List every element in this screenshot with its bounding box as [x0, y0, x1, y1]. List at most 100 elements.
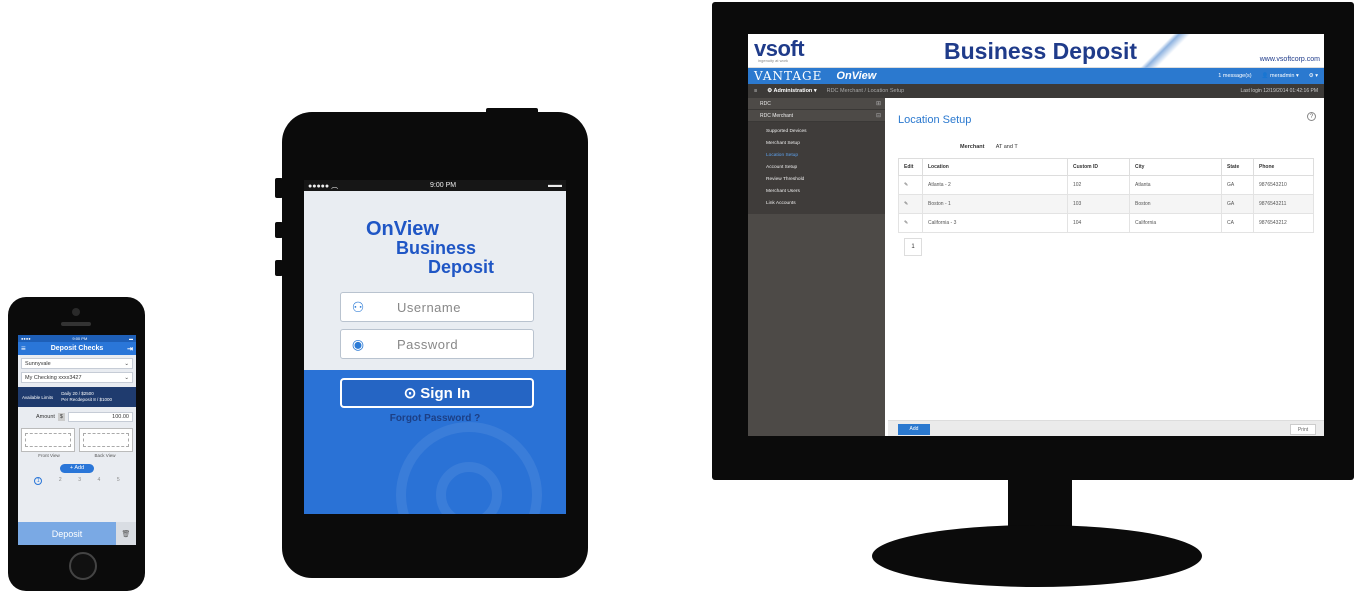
sidebar-item-supported-devices[interactable]: Supported Devices: [748, 126, 885, 138]
amount-input[interactable]: 100.00: [67, 412, 133, 422]
administration-menu[interactable]: ⚙ Administration ▾: [767, 88, 816, 94]
sidebar-item-link-accounts[interactable]: Link Accounts: [748, 198, 885, 210]
hamburger-icon[interactable]: ≡: [754, 88, 757, 94]
edit-icon[interactable]: ✎: [898, 175, 923, 195]
nav-bar: ≡ Deposit Checks ⇥: [18, 342, 136, 355]
header-swoosh: [1128, 34, 1208, 68]
sidebar-group-rdc-merchant[interactable]: RDC Merchant ⊟: [748, 110, 885, 122]
status-bar: ●●●● 9:00 PM ▬: [18, 335, 136, 342]
username-field[interactable]: ⚇ Username: [340, 292, 534, 322]
sidebar-item-location-setup[interactable]: Location Setup: [748, 150, 885, 162]
header-title: Business Deposit: [944, 38, 1137, 64]
cell-city: California: [1129, 213, 1222, 233]
monitor-stand: [872, 525, 1202, 587]
column-header: Custom ID: [1067, 158, 1130, 176]
vsoft-tagline: ingenuity at work: [758, 58, 789, 63]
currency-symbol: $: [57, 413, 65, 421]
cell-phone: 9876543211: [1253, 194, 1314, 214]
front-check-image[interactable]: [21, 428, 75, 452]
user-menu[interactable]: 👤 meradmin ▾: [1262, 73, 1299, 79]
check-labels: Front View Back View: [21, 453, 133, 458]
logo-line1: OnView: [366, 218, 439, 240]
site-url[interactable]: www.vsoftcorp.com: [1260, 56, 1320, 63]
signal-icon: ●●●●: [21, 336, 31, 341]
logo-line2: Business: [396, 238, 477, 258]
limits-panel: Available Limits Daily 20 / $2500 Per Re…: [18, 387, 136, 407]
messages-link[interactable]: 1 message(s): [1218, 73, 1251, 79]
stage: ●●●● 9:00 PM ▬ ≡ Deposit Checks ⇥ Sunnyv…: [0, 0, 1362, 594]
add-button[interactable]: Add: [898, 424, 930, 435]
collapse-icon[interactable]: ⊟: [876, 110, 881, 122]
logout-icon[interactable]: ⇥: [127, 345, 133, 353]
battery-icon: ▬: [128, 336, 133, 341]
user-name: meradmin: [1270, 73, 1295, 79]
location-select[interactable]: Sunnyvale ⌄: [21, 358, 133, 369]
password-field[interactable]: ◉ Password: [340, 329, 534, 359]
print-button[interactable]: Print: [1290, 424, 1316, 435]
column-header: Phone: [1253, 158, 1314, 176]
administration-label: Administration: [773, 88, 813, 94]
step[interactable]: 3: [78, 477, 81, 485]
status-time: 9:00 PM: [430, 182, 457, 189]
step[interactable]: 1: [34, 477, 43, 485]
sidebar-item-review-threshold[interactable]: Review Threshold: [748, 174, 885, 186]
mute-switch: [275, 178, 283, 198]
cell-phone: 9876543210: [1253, 175, 1314, 195]
account-select[interactable]: My Checking xxxx3427 ⌄: [21, 372, 133, 383]
breadcrumb[interactable]: RDC Merchant / Location Setup: [827, 88, 905, 94]
add-button[interactable]: + Add: [60, 464, 94, 473]
table-row: ✎ Atlanta - 2 102 Atlanta GA 9876543210: [898, 175, 1314, 195]
page-number-button[interactable]: 1: [904, 238, 922, 256]
back-label: Back View: [94, 453, 116, 458]
help-icon[interactable]: ?: [1307, 112, 1316, 121]
forgot-password-link[interactable]: Forgot Password ?: [304, 413, 566, 424]
volume-down-button: [275, 260, 283, 276]
page-title: Location Setup: [898, 114, 972, 126]
power-button: [486, 108, 538, 114]
lock-icon: ◉: [351, 335, 365, 352]
cell-location: Atlanta - 2: [922, 175, 1068, 195]
step[interactable]: 2: [59, 477, 62, 485]
check-images: [21, 428, 133, 452]
cell-custom-id: 102: [1067, 175, 1130, 195]
sidebar-item-account-setup[interactable]: Account Setup: [748, 162, 885, 174]
small-phone-screen: ●●●● 9:00 PM ▬ ≡ Deposit Checks ⇥ Sunnyv…: [18, 335, 136, 545]
column-header: Edit: [898, 158, 923, 176]
location-value: Sunnyvale: [25, 360, 51, 367]
back-check-image[interactable]: [79, 428, 133, 452]
sidebar-item-merchant-setup[interactable]: Merchant Setup: [748, 138, 885, 150]
cell-custom-id: 103: [1067, 194, 1130, 214]
user-area: 1 message(s) 👤 meradmin ▾ ⚙ ▾: [1218, 73, 1318, 79]
gear-icon[interactable]: ⚙ ▾: [1309, 73, 1318, 79]
username-placeholder: Username: [397, 299, 461, 315]
onview-logo: OnView: [836, 70, 877, 82]
chevron-down-icon: ⌄: [124, 374, 129, 381]
cell-city: Boston: [1129, 194, 1222, 214]
user-icon: ⚇: [351, 298, 365, 315]
cell-state: CA: [1221, 213, 1254, 233]
battery-icon: ▬▬: [547, 182, 562, 189]
chevron-down-icon: ⌄: [124, 360, 129, 367]
logo-line3: Deposit: [428, 257, 495, 277]
step[interactable]: 5: [117, 477, 120, 485]
trash-icon[interactable]: 🗑: [116, 522, 136, 545]
cell-state: GA: [1221, 175, 1254, 195]
deposit-button[interactable]: Deposit: [18, 522, 116, 545]
column-header: Location: [922, 158, 1068, 176]
column-header: City: [1129, 158, 1222, 176]
home-button[interactable]: [69, 552, 97, 580]
table-row: ✎ California - 3 104 California CA 98765…: [898, 213, 1314, 233]
menu-icon[interactable]: ≡: [21, 344, 26, 353]
column-header: State: [1221, 158, 1254, 176]
edit-icon[interactable]: ✎: [898, 213, 923, 233]
sidebar-item-merchant-users[interactable]: Merchant Users: [748, 186, 885, 198]
location-table: Edit Location Custom ID City State Phone…: [898, 158, 1314, 233]
signin-button[interactable]: ⊙ Sign In: [340, 378, 534, 408]
bottom-bar: Deposit 🗑: [18, 522, 136, 545]
step[interactable]: 4: [98, 477, 101, 485]
cell-state: GA: [1221, 194, 1254, 214]
sidebar-group-rdc[interactable]: RDC ⊞: [748, 98, 885, 110]
edit-icon[interactable]: ✎: [898, 194, 923, 214]
expand-icon[interactable]: ⊞: [876, 98, 881, 110]
volume-up-button: [275, 222, 283, 238]
